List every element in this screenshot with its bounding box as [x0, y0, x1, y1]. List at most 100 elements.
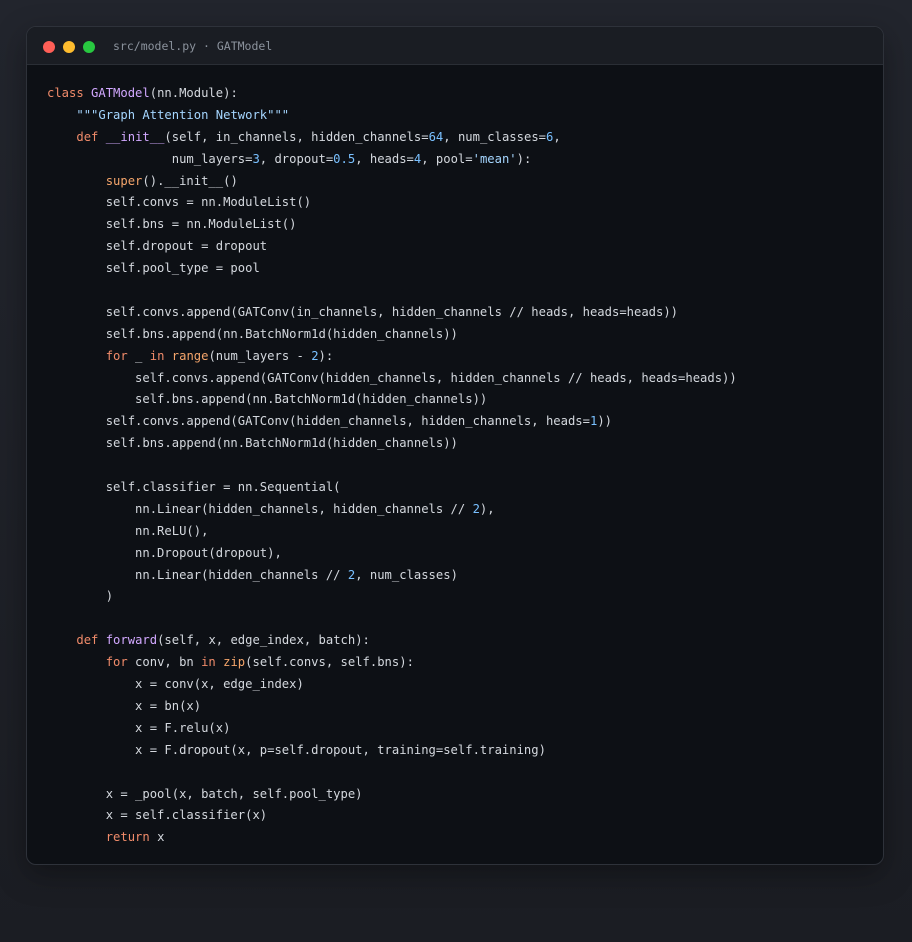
code-line: self.classifier = nn.Sequential( — [47, 477, 737, 499]
code-token: in — [149, 348, 165, 363]
code-token: , num_classes= — [443, 129, 546, 144]
code-line: def forward(self, x, edge_index, batch): — [47, 630, 737, 652]
code-token: self.classifier = nn.Sequential( — [47, 480, 341, 495]
code-token: , — [553, 129, 561, 144]
code-token: in — [201, 655, 216, 670]
code-token: (self, x, edge_index, batch): — [157, 633, 370, 648]
code-line: self.pool_type = pool — [47, 258, 737, 280]
code-block[interactable]: class GATModel(nn.Module): """Graph Atte… — [47, 83, 737, 849]
code-token: self.bns = nn.ModuleList() — [47, 217, 297, 232]
code-token: 64 — [428, 129, 444, 144]
code-token: ) — [47, 589, 114, 604]
code-line: nn.ReLU(), — [47, 521, 737, 543]
code-token: nn.Linear(hidden_channels // — [47, 567, 348, 582]
code-line: ​ — [47, 762, 737, 784]
code-line: nn.Linear(hidden_channels // 2, num_clas… — [47, 565, 737, 587]
code-line: self.dropout = dropout — [47, 236, 737, 258]
code-token: , heads= — [355, 151, 414, 166]
code-token: self.convs.append(GATConv(hidden_channel… — [47, 414, 590, 429]
code-token: , num_classes) — [355, 567, 458, 582]
code-token: for — [105, 348, 128, 363]
code-token: nn.ReLU(), — [47, 523, 209, 538]
code-token: 'mean' — [472, 151, 517, 166]
code-token: nn.Linear(hidden_channels, hidden_channe… — [47, 501, 473, 516]
code-token: (self.convs, self.bns): — [245, 655, 414, 670]
code-line: self.bns.append(nn.BatchNorm1d(hidden_ch… — [47, 389, 737, 411]
code-line: ​ — [47, 280, 737, 302]
code-token: def — [76, 633, 106, 648]
code-line: x = self.classifier(x) — [47, 805, 737, 827]
code-token: forward — [105, 633, 158, 648]
code-line: x = F.relu(x) — [47, 718, 737, 740]
code-line: class GATModel(nn.Module): — [47, 83, 737, 105]
code-token: super — [105, 173, 143, 188]
code-line: for conv, bn in zip(self.convs, self.bns… — [47, 652, 737, 674]
code-token: ): — [318, 348, 334, 363]
code-line: for _ in range(num_layers - 2): — [47, 346, 737, 368]
window-title: src/model.py · GATModel — [113, 39, 273, 53]
code-token: conv, bn — [127, 655, 202, 670]
minimize-window-button[interactable] — [63, 41, 75, 53]
code-line: num_layers=3, dropout=0.5, heads=4, pool… — [47, 149, 737, 171]
code-token: , pool= — [421, 151, 473, 166]
code-token: nn.Dropout(dropout), — [47, 545, 282, 560]
code-token: x = self.classifier(x) — [47, 808, 268, 823]
window-titlebar: src/model.py · GATModel — [27, 27, 883, 65]
code-line: """Graph Attention Network""" — [47, 105, 737, 127]
code-token: ): — [516, 151, 532, 166]
code-token: 0.5 — [333, 151, 356, 166]
code-token: self.bns.append(nn.BatchNorm1d(hidden_ch… — [47, 436, 458, 451]
code-token: ), — [479, 501, 495, 516]
code-token: 2 — [472, 501, 480, 516]
code-token: x = F.dropout(x, p=self.dropout, trainin… — [47, 742, 546, 757]
code-token: (self, in_channels, hidden_channels= — [164, 129, 429, 144]
code-line: self.convs.append(GATConv(hidden_channel… — [47, 368, 737, 390]
code-token: _ — [127, 348, 150, 363]
code-token: x = F.relu(x) — [47, 720, 231, 735]
code-line: x = _pool(x, batch, self.pool_type) — [47, 784, 737, 806]
code-line: return x — [47, 827, 737, 849]
code-line: ) — [47, 586, 737, 608]
code-token: x = _pool(x, batch, self.pool_type) — [47, 786, 363, 801]
code-line: x = conv(x, edge_index) — [47, 674, 737, 696]
code-line: x = F.dropout(x, p=self.dropout, trainin… — [47, 740, 737, 762]
code-token: x — [149, 830, 165, 845]
code-token: self.convs.append(GATConv(in_channels, h… — [47, 304, 679, 319]
code-line: nn.Dropout(dropout), — [47, 543, 737, 565]
code-line: self.convs = nn.ModuleList() — [47, 192, 737, 214]
close-window-button[interactable] — [43, 41, 55, 53]
code-line: self.bns.append(nn.BatchNorm1d(hidden_ch… — [47, 433, 737, 455]
code-token: self.bns.append(nn.BatchNorm1d(hidden_ch… — [47, 326, 458, 341]
code-token: self.convs = nn.ModuleList() — [47, 195, 312, 210]
code-token: ().__init__() — [142, 173, 238, 188]
code-token: __init__ — [105, 129, 165, 144]
code-token: (nn.Module): — [149, 86, 238, 100]
code-token: self.convs.append(GATConv(hidden_channel… — [47, 370, 737, 385]
code-token: """Graph Attention Network""" — [76, 107, 290, 122]
code-token: range — [171, 348, 209, 363]
code-line: ​ — [47, 608, 737, 630]
code-line: self.bns.append(nn.BatchNorm1d(hidden_ch… — [47, 324, 737, 346]
code-token: (num_layers - — [208, 348, 312, 363]
code-token: zip — [223, 655, 246, 670]
code-line: ​ — [47, 455, 737, 477]
code-token: class — [47, 86, 92, 100]
code-token: x = conv(x, edge_index) — [47, 677, 304, 692]
maximize-window-button[interactable] — [83, 41, 95, 53]
code-token: , dropout= — [259, 151, 334, 166]
code-line: nn.Linear(hidden_channels, hidden_channe… — [47, 499, 737, 521]
code-token: num_layers= — [47, 151, 253, 166]
code-token: )) — [597, 414, 613, 429]
code-line: x = bn(x) — [47, 696, 737, 718]
code-token: 3 — [252, 151, 260, 166]
code-window: src/model.py · GATModel class GATModel(n… — [26, 26, 884, 865]
code-token: self.bns.append(nn.BatchNorm1d(hidden_ch… — [47, 392, 488, 407]
